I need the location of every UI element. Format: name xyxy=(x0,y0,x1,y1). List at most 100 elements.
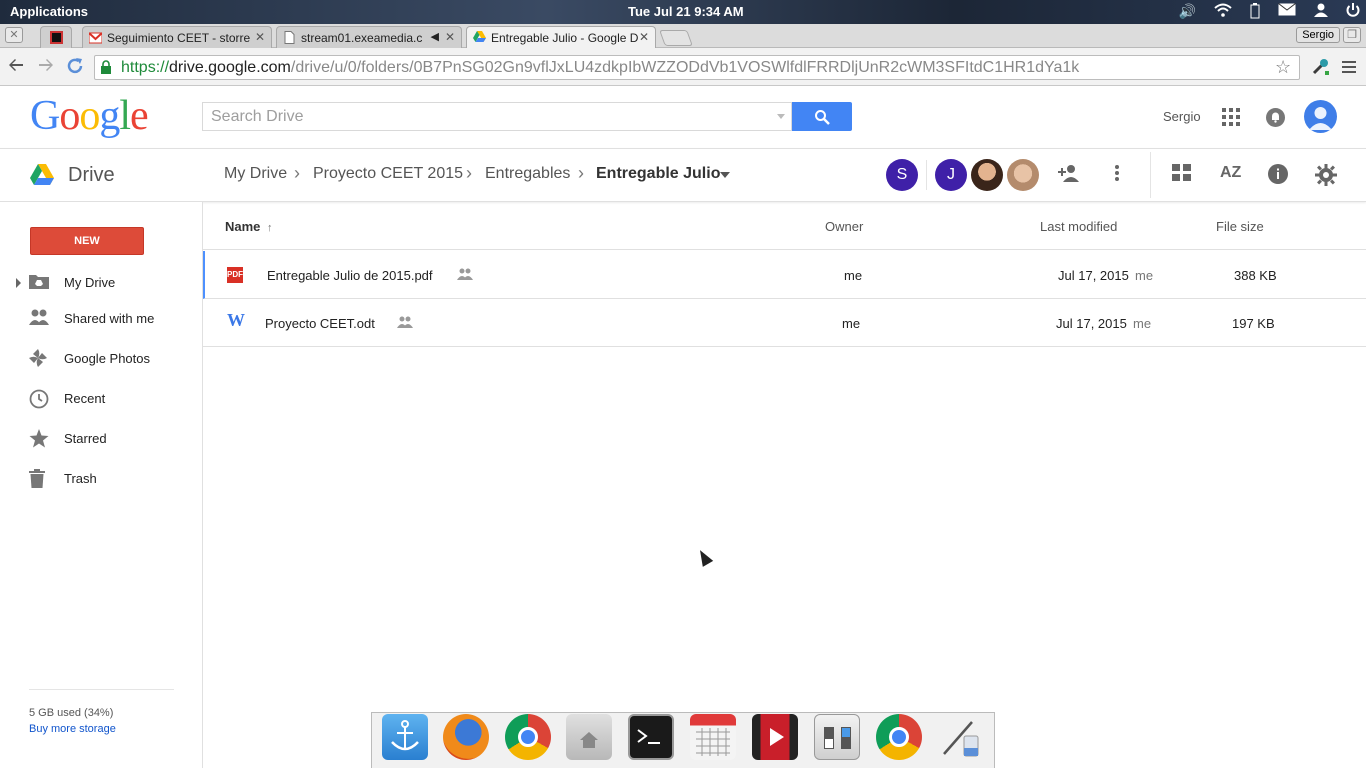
shared-people-icon xyxy=(457,268,473,280)
sidebar-item-shared-with-me[interactable]: Shared with me xyxy=(0,300,202,336)
switch-icon[interactable] xyxy=(814,714,860,760)
column-name[interactable]: Name ↑ xyxy=(225,219,273,234)
video-player-icon[interactable] xyxy=(752,714,798,760)
forward-arrow-icon[interactable] xyxy=(38,57,54,78)
sidebar-item-label: Trash xyxy=(64,471,97,486)
breadcrumb-my-drive[interactable]: My Drive xyxy=(224,165,287,183)
url-path: /drive/u/0/folders/0B7PnSG02Gn9vflJxLU4z… xyxy=(290,59,1080,76)
apps-grid-icon[interactable] xyxy=(1222,108,1240,126)
sidebar-item-recent[interactable]: Recent xyxy=(0,380,202,416)
sidebar-item-label: My Drive xyxy=(64,275,116,290)
home-folder-icon[interactable] xyxy=(566,714,612,760)
window-close-icon[interactable]: ✕ xyxy=(5,27,23,43)
anchor-icon[interactable] xyxy=(382,714,428,760)
info-icon[interactable] xyxy=(1268,164,1288,190)
address-bar[interactable]: https://drive.google.com/drive/u/0/folde… xyxy=(94,55,1300,80)
tab-gmail[interactable]: Seguimiento CEET - storre ✕ xyxy=(82,26,272,48)
file-owner: me xyxy=(842,316,861,331)
chevron-right-icon: › xyxy=(578,163,584,183)
sidebar-item-starred[interactable]: Starred xyxy=(0,420,202,456)
owner-avatar[interactable]: S xyxy=(886,159,918,191)
bookmark-star-icon[interactable]: ☆ xyxy=(1275,57,1291,78)
firefox-icon[interactable] xyxy=(443,714,489,760)
calendar-icon[interactable] xyxy=(690,714,736,760)
muted-audio-icon[interactable]: ◀ xyxy=(431,30,439,43)
chrome-icon[interactable] xyxy=(505,714,551,760)
account-avatar[interactable] xyxy=(1304,100,1337,133)
google-logo[interactable]: Google xyxy=(30,92,149,140)
file-modified-by: me xyxy=(1135,268,1154,283)
column-last-modified[interactable]: Last modified xyxy=(1040,219,1117,234)
tab-pinned[interactable] xyxy=(40,26,72,48)
breadcrumb-proyecto[interactable]: Proyecto CEET 2015 xyxy=(313,165,463,183)
search-input[interactable]: Search Drive xyxy=(202,102,792,131)
file-modified-by: me xyxy=(1133,316,1152,331)
menu-hamburger-icon[interactable] xyxy=(1342,60,1356,79)
power-icon[interactable] xyxy=(1346,3,1360,22)
sidebar-item-my-drive[interactable]: My Drive xyxy=(0,264,202,300)
settings-gear-icon[interactable] xyxy=(1315,164,1337,192)
sidebar-item-trash[interactable]: Trash xyxy=(0,460,202,496)
file-name[interactable]: Proyecto CEET.odt xyxy=(265,316,375,331)
drive-title[interactable]: Drive xyxy=(68,164,115,187)
add-people-icon[interactable] xyxy=(1058,164,1080,188)
buy-storage-link[interactable]: Buy more storage xyxy=(29,723,116,735)
tab-close-icon[interactable]: ✕ xyxy=(445,30,455,44)
collaborator-avatar[interactable]: J xyxy=(935,159,967,191)
new-button[interactable]: NEW xyxy=(30,227,144,255)
back-arrow-icon[interactable] xyxy=(8,57,24,78)
mail-icon[interactable] xyxy=(1278,3,1296,22)
reload-icon[interactable] xyxy=(66,57,84,80)
drive-logo-icon[interactable] xyxy=(30,164,54,186)
tab-close-icon[interactable]: ✕ xyxy=(639,30,649,44)
sidebar-item-google-photos[interactable]: Google Photos xyxy=(0,340,202,376)
file-row[interactable]: W Proyecto CEET.odt me Jul 17, 2015 me 1… xyxy=(203,299,1366,347)
sort-arrow-icon[interactable]: ↑ xyxy=(267,222,273,234)
breadcrumb-entregables[interactable]: Entregables xyxy=(485,165,570,183)
tab-title: Seguimiento CEET - storre xyxy=(107,31,251,45)
user-icon[interactable] xyxy=(1314,3,1328,22)
window-restore-icon[interactable]: ❐ xyxy=(1343,27,1361,43)
more-vertical-icon[interactable] xyxy=(1114,164,1120,188)
sort-az-icon[interactable]: AZ xyxy=(1220,164,1241,182)
applications-menu[interactable]: Applications xyxy=(10,4,88,19)
file-row[interactable]: PDF Entregable Julio de 2015.pdf me Jul … xyxy=(203,251,1366,299)
sidebar-item-label: Shared with me xyxy=(64,311,155,326)
file-owner: me xyxy=(844,268,863,283)
column-owner[interactable]: Owner xyxy=(825,219,863,234)
extension-icon[interactable] xyxy=(1310,57,1330,82)
expand-arrow-icon[interactable] xyxy=(16,278,21,288)
tab-title: Entregable Julio - Google D xyxy=(491,31,639,45)
new-tab-button[interactable] xyxy=(659,30,693,46)
paint-icon[interactable] xyxy=(938,714,984,760)
tab-close-icon[interactable]: ✕ xyxy=(255,30,265,44)
tab-drive[interactable]: Entregable Julio - Google D ✕ xyxy=(466,26,656,48)
tab-stream[interactable]: stream01.exeamedia.c ◀ ✕ xyxy=(276,26,462,48)
search-options-dropdown-icon[interactable] xyxy=(777,114,785,119)
collaborator-photo-avatar[interactable] xyxy=(1007,159,1039,191)
mouse-cursor xyxy=(694,547,714,567)
storage-usage: 5 GB used (34%) xyxy=(29,707,114,719)
chrome-icon[interactable] xyxy=(876,714,922,760)
volume-icon[interactable]: 🔊 xyxy=(1179,3,1196,22)
divider xyxy=(1150,152,1151,198)
account-username[interactable]: Sergio xyxy=(1163,109,1201,124)
folder-menu-dropdown-icon[interactable] xyxy=(720,172,730,178)
column-file-size[interactable]: File size xyxy=(1216,219,1264,234)
profile-name-badge[interactable]: Sergio xyxy=(1296,27,1340,43)
search-button[interactable] xyxy=(792,102,852,131)
notifications-bell-icon[interactable] xyxy=(1266,108,1285,127)
system-tray: 🔊 xyxy=(1179,3,1360,22)
gmail-icon xyxy=(88,31,103,44)
terminal-icon[interactable] xyxy=(628,714,674,760)
url-host: drive.google.com xyxy=(169,59,291,76)
battery-icon[interactable] xyxy=(1250,3,1260,22)
lock-icon[interactable] xyxy=(100,60,112,74)
grid-view-icon[interactable] xyxy=(1172,164,1191,188)
collaborator-photo-avatar[interactable] xyxy=(971,159,1003,191)
wifi-icon[interactable] xyxy=(1214,3,1232,22)
system-clock[interactable]: Tue Jul 21 9:34 AM xyxy=(628,4,744,19)
search-icon xyxy=(815,110,830,125)
file-name[interactable]: Entregable Julio de 2015.pdf xyxy=(267,268,433,283)
breadcrumb-current-folder[interactable]: Entregable Julio xyxy=(596,165,720,183)
